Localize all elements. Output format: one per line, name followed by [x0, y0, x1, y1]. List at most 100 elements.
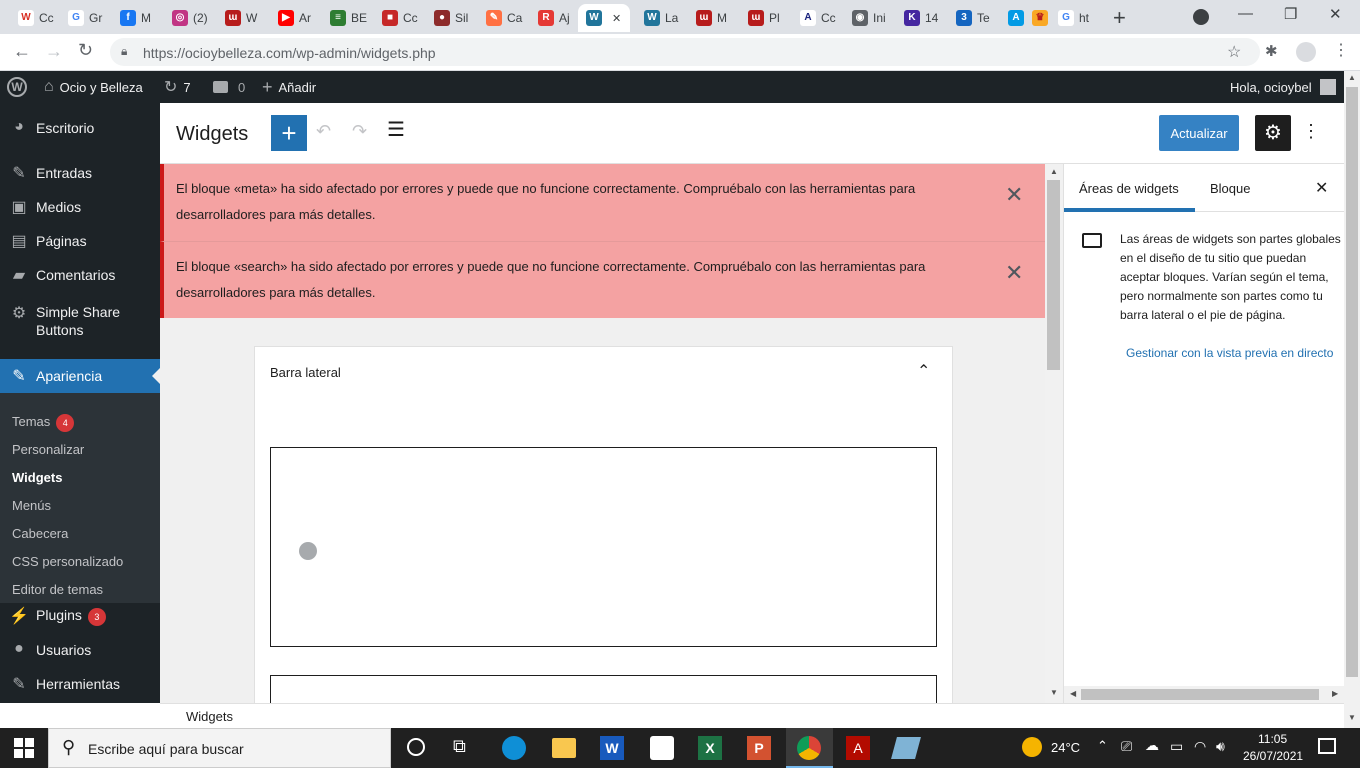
updates-link[interactable]: ↻ 7 — [164, 71, 191, 103]
omnibox[interactable]: 🔒︎ https://ocioybelleza.com/wp-admin/wid… — [110, 38, 1260, 66]
horizontal-scrollbar-thumb[interactable] — [1081, 689, 1319, 700]
sidebar-item-share[interactable]: ⚙ Simple Share Buttons — [0, 303, 160, 343]
minimize-icon[interactable]: — — [1238, 5, 1253, 22]
powerpoint-icon[interactable]: P — [747, 736, 771, 760]
browser-tab[interactable]: ● Sil — [426, 4, 476, 32]
submenu-item[interactable]: Editor de temas — [12, 582, 103, 597]
file-explorer-icon[interactable] — [552, 738, 576, 758]
sidebar-item-users[interactable]: ● Usuarios — [0, 635, 160, 665]
browser-tab[interactable]: ◉ Ini — [844, 4, 894, 32]
tab-widget-areas[interactable]: Áreas de widgets — [1079, 181, 1179, 196]
edge-icon[interactable] — [502, 736, 526, 760]
wp-logo-icon[interactable]: W — [7, 71, 27, 103]
dismiss-close-icon[interactable]: ✕ — [1005, 182, 1023, 208]
back-arrow-icon[interactable]: ← — [13, 41, 31, 62]
windows-start-icon[interactable] — [14, 738, 34, 758]
my-account-link[interactable]: Hola, ocioybel — [1230, 71, 1336, 103]
page-scrollbar-thumb[interactable] — [1346, 87, 1358, 677]
submenu-item[interactable]: Widgets — [12, 470, 62, 485]
bookmark-star-icon[interactable]: ☆ — [1227, 42, 1241, 62]
update-button[interactable]: Actualizar — [1159, 115, 1239, 151]
task-view-icon[interactable]: ⧉ — [453, 736, 466, 757]
browser-tab[interactable]: G Gr — [60, 4, 110, 32]
sidebar-item-plugins[interactable]: ⚡ Plugins 3 — [0, 601, 160, 631]
browser-tab[interactable]: ■ Cc — [374, 4, 424, 32]
breadcrumb[interactable]: Widgets — [186, 709, 233, 724]
site-name-link[interactable]: ⌂ Ocio y Belleza — [44, 71, 143, 103]
widget-area-title[interactable]: Barra lateral — [270, 365, 341, 380]
notepad-icon[interactable] — [891, 737, 921, 759]
comments-link[interactable]: 0 — [213, 71, 245, 103]
excel-icon[interactable]: X — [698, 736, 722, 760]
sidebar-item[interactable]: ▤ Páginas — [0, 226, 160, 256]
submenu-item[interactable]: Cabecera — [12, 526, 68, 541]
sidebar-item[interactable]: ▣ Medios — [0, 192, 160, 222]
block-inserter-button[interactable]: + — [271, 115, 307, 151]
sidebar-item[interactable]: ✎ Entradas — [0, 158, 160, 188]
reload-icon[interactable]: ↻ — [78, 40, 93, 61]
extensions-icon[interactable]: ✱ — [1265, 42, 1281, 60]
taskbar-search-box[interactable]: ⚲ Escribe aquí para buscar — [48, 728, 391, 768]
acrobat-icon[interactable]: A — [846, 736, 870, 760]
browser-menu-icon[interactable]: ⋮ — [1333, 40, 1349, 60]
scrollbar-thumb[interactable] — [1047, 180, 1060, 370]
browser-tab[interactable]: Ght — [1050, 4, 1100, 32]
store-icon[interactable] — [650, 736, 674, 760]
list-view-icon[interactable]: ☰ — [387, 117, 405, 142]
tab-block[interactable]: Bloque — [1210, 181, 1250, 196]
submenu-item[interactable]: Temas 4 — [12, 414, 75, 432]
notifications-icon[interactable] — [1318, 738, 1336, 754]
page-scrollbar[interactable]: ▲ ▼ — [1344, 71, 1360, 728]
dismiss-close-icon[interactable]: ✕ — [1005, 260, 1023, 286]
browser-tab[interactable]: ɯ Pl — [740, 4, 790, 32]
panel-horizontal-scrollbar[interactable]: ◀ ▶ — [1064, 686, 1344, 703]
close-window-icon[interactable]: ✕ — [1329, 5, 1342, 23]
cortana-icon[interactable] — [407, 738, 425, 756]
tab-search-icon[interactable] — [1193, 9, 1209, 25]
browser-tab[interactable]: W ✕ — [578, 4, 630, 32]
scroll-right-arrow-icon[interactable]: ▶ — [1332, 689, 1338, 698]
chrome-taskbar-item[interactable] — [786, 728, 833, 768]
scroll-up-arrow-icon[interactable]: ▲ — [1050, 167, 1058, 176]
sidebar-item-tools[interactable]: ✎ Herramientas — [0, 669, 160, 699]
close-panel-icon[interactable]: ✕ — [1315, 178, 1328, 198]
page-scroll-up-icon[interactable]: ▲ — [1348, 73, 1356, 82]
sidebar-item-appearance[interactable]: ✎ Apariencia — [0, 359, 160, 393]
onedrive-cloud-icon[interactable]: ☁ — [1145, 737, 1159, 754]
profile-avatar[interactable] — [1296, 42, 1316, 62]
browser-tab[interactable]: W La — [636, 4, 686, 32]
forward-arrow-icon[interactable]: → — [45, 41, 63, 62]
browser-tab[interactable]: K 14 — [896, 4, 946, 32]
browser-tab[interactable]: fM — [112, 4, 162, 32]
wifi-icon[interactable]: ◠ — [1194, 738, 1206, 755]
browser-tab[interactable]: 3 Te — [948, 4, 998, 32]
tab-close-icon[interactable]: ✕ — [612, 12, 621, 25]
clock-date[interactable]: 26/07/2021 — [1243, 749, 1303, 763]
chevron-up-icon[interactable]: ⌃ — [917, 361, 930, 381]
browser-tab[interactable]: ▶ Ar — [270, 4, 320, 32]
scroll-down-arrow-icon[interactable]: ▼ — [1050, 688, 1058, 697]
redo-icon[interactable]: ↷ — [352, 121, 367, 142]
maximize-icon[interactable]: ❐ — [1284, 5, 1297, 23]
chevron-up-tray-icon[interactable]: ⌃ — [1097, 738, 1108, 754]
block-placeholder[interactable] — [270, 675, 937, 703]
browser-tab[interactable]: ◎ (2) — [164, 4, 214, 32]
word-icon[interactable]: W — [600, 736, 624, 760]
clock-time[interactable]: 11:05 — [1258, 732, 1287, 746]
browser-tab[interactable]: W Cc — [10, 4, 60, 32]
scroll-left-arrow-icon[interactable]: ◀ — [1070, 689, 1076, 698]
battery-icon[interactable]: ▭ — [1170, 738, 1183, 755]
meet-now-icon[interactable]: ⎚ — [1121, 738, 1132, 755]
block-placeholder[interactable] — [270, 447, 937, 647]
add-new-link[interactable]: + Añadir — [262, 71, 316, 103]
manage-preview-link[interactable]: Gestionar con la vista previa en directo — [1126, 346, 1333, 360]
browser-tab[interactable]: ɯM — [688, 4, 738, 32]
submenu-item[interactable]: Menús — [12, 498, 51, 513]
new-tab-plus-icon[interactable]: + — [1113, 5, 1126, 31]
browser-tab[interactable]: ≡ BE — [322, 4, 372, 32]
sidebar-item[interactable]: ▰ Comentarios — [0, 260, 160, 290]
settings-gear-icon[interactable]: ⚙ — [1255, 115, 1291, 151]
browser-tab[interactable]: R Aj — [530, 4, 580, 32]
volume-icon[interactable]: 🔊︎ — [1216, 738, 1225, 755]
weather-icon[interactable] — [1022, 737, 1042, 757]
